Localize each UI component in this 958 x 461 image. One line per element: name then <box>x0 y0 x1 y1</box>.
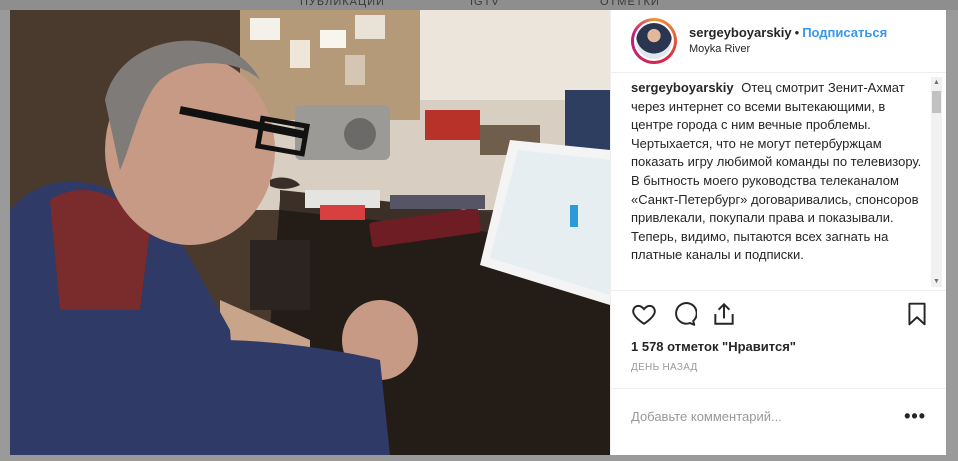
action-bar <box>611 291 946 337</box>
avatar-image <box>634 21 674 61</box>
location-link[interactable]: Moyka River <box>689 41 887 58</box>
tab-tagged[interactable]: Отметки <box>600 0 660 8</box>
share-icon[interactable] <box>711 301 737 327</box>
avatar[interactable] <box>631 18 677 64</box>
caption-scrollbar[interactable]: ▲ ▼ <box>931 77 942 287</box>
more-options-icon[interactable]: ••• <box>904 406 926 427</box>
post-timestamp[interactable]: ДЕНЬ НАЗАД <box>611 357 946 379</box>
caption: sergeyboyarskiy Отец смотрит Зенит-Ахмат… <box>631 79 925 285</box>
photo-illustration <box>10 10 610 455</box>
add-comment-section: Добавьте комментарий... ••• <box>611 388 946 444</box>
tab-igtv[interactable]: IGTV <box>470 0 500 8</box>
post-sidebar: sergeyboyarskiy • Подписаться Moyka River … <box>610 10 946 455</box>
scroll-down-arrow-icon[interactable]: ▼ <box>931 276 942 287</box>
heart-icon[interactable] <box>631 301 657 327</box>
scroll-up-arrow-icon[interactable]: ▲ <box>931 77 942 88</box>
header-row: sergeyboyarskiy • Подписаться <box>689 24 887 41</box>
bookmark-icon[interactable] <box>904 301 930 327</box>
separator-dot: • <box>794 25 800 40</box>
username-link[interactable]: sergeyboyarskiy <box>689 25 792 40</box>
header-text: sergeyboyarskiy • Подписаться Moyka River <box>689 24 887 58</box>
likes-count[interactable]: 1 578 отметок "Нравится" <box>611 337 946 357</box>
scroll-thumb[interactable] <box>932 91 941 113</box>
comment-input[interactable]: Добавьте комментарий... <box>631 409 904 424</box>
comments-area: sergeyboyarskiy Отец смотрит Зенит-Ахмат… <box>611 73 946 291</box>
caption-text: Отец смотрит Зенит-Ахмат через интернет … <box>631 80 922 263</box>
follow-button[interactable]: Подписаться <box>802 25 887 40</box>
post-header: sergeyboyarskiy • Подписаться Moyka River <box>611 10 946 73</box>
tab-publications[interactable]: Публикации <box>300 0 385 8</box>
background-profile-tabs: Публикации IGTV Отметки <box>0 0 958 10</box>
comment-bubble-icon[interactable] <box>671 301 697 327</box>
caption-username-link[interactable]: sergeyboyarskiy <box>631 80 734 95</box>
post-photo[interactable] <box>10 10 610 455</box>
post-modal: sergeyboyarskiy • Подписаться Moyka River … <box>10 10 946 455</box>
